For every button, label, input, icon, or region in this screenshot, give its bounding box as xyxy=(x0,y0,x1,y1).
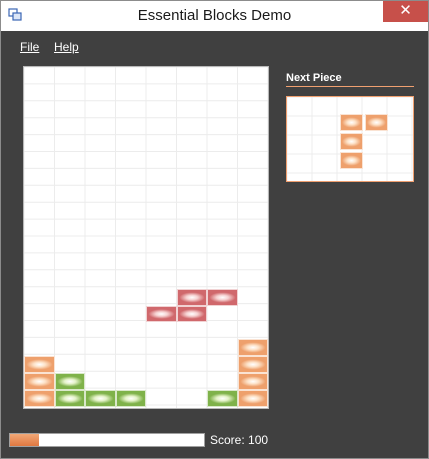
green-block xyxy=(54,373,85,391)
orange-block xyxy=(24,356,55,374)
red-block xyxy=(207,288,238,306)
next-piece-title: Next Piece xyxy=(286,72,342,84)
title-bar: Essential Blocks Demo ✕ xyxy=(1,1,428,31)
window-title: Essential Blocks Demo xyxy=(137,7,292,24)
game-board[interactable] xyxy=(23,66,269,409)
close-button[interactable]: ✕ xyxy=(383,1,428,22)
menu-help[interactable]: Help xyxy=(54,40,79,54)
orange-block xyxy=(340,133,363,150)
menu-bar: File Help xyxy=(1,31,428,62)
level-progress-fill xyxy=(10,434,40,446)
green-block xyxy=(115,390,146,407)
game-window: Essential Blocks Demo ✕ File Help Next P… xyxy=(0,0,429,459)
orange-block xyxy=(237,390,268,407)
green-block xyxy=(207,390,238,407)
orange-block xyxy=(237,339,268,357)
orange-block xyxy=(340,114,363,131)
orange-block xyxy=(24,373,55,391)
menu-help-label: Help xyxy=(54,40,79,54)
menu-file-label: File xyxy=(20,40,40,54)
close-icon: ✕ xyxy=(399,2,412,19)
red-block xyxy=(146,305,177,323)
orange-block xyxy=(365,114,388,131)
orange-block xyxy=(237,373,268,391)
next-piece-divider xyxy=(286,86,414,87)
green-block xyxy=(85,390,116,407)
orange-block xyxy=(237,356,268,374)
green-block xyxy=(54,390,85,407)
next-piece-preview xyxy=(286,96,414,182)
score-label: Score: 100 xyxy=(210,433,269,447)
level-progress-bar xyxy=(9,433,205,447)
orange-block xyxy=(24,390,55,407)
red-block xyxy=(176,288,207,306)
orange-block xyxy=(340,152,363,169)
red-block xyxy=(176,305,207,323)
board-grid xyxy=(24,67,268,408)
menu-file[interactable]: File xyxy=(20,40,39,54)
